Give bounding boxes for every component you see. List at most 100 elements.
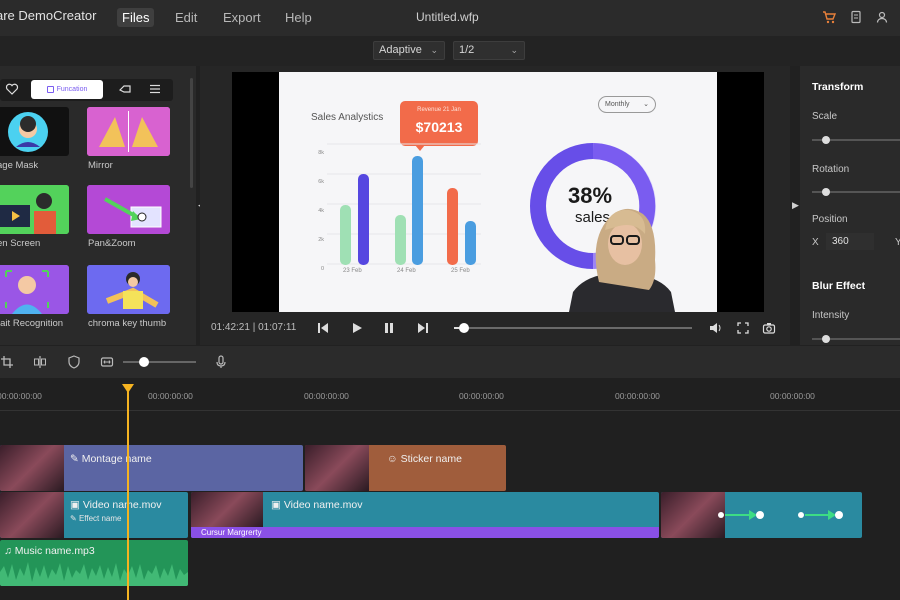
- transform-heading: Transform: [812, 81, 864, 93]
- progress-track[interactable]: [454, 327, 692, 329]
- y-tick: 2k: [318, 237, 324, 243]
- sticker-name: Sticker name: [400, 453, 462, 465]
- rotation-label: Rotation: [812, 164, 850, 175]
- music-clip[interactable]: ♫ Music name.mp3: [0, 540, 188, 586]
- time-current: 01:42:21: [211, 322, 250, 333]
- bar: [447, 188, 458, 265]
- quality-dropdown[interactable]: Adaptive ⌄: [373, 41, 445, 60]
- microphone-icon[interactable]: [214, 355, 228, 369]
- clip-thumbnail: [191, 492, 263, 527]
- x-label: 24 Feb: [397, 268, 416, 274]
- camera-icon[interactable]: [762, 321, 776, 335]
- menu-export[interactable]: Export: [218, 8, 266, 27]
- clip-thumbnail: [661, 492, 725, 538]
- ruler-label: 00:00:00:00: [770, 391, 815, 401]
- hand-icon[interactable]: [118, 82, 132, 96]
- montage-label: ✎ Montage name: [70, 453, 152, 465]
- progress-knob[interactable]: [458, 323, 469, 333]
- sticker-label: ☺ Sticker name: [387, 453, 462, 465]
- ruler-label: 00:00:00:00: [615, 391, 660, 401]
- bar: [395, 215, 406, 265]
- play-icon[interactable]: [350, 321, 364, 335]
- thumb-label: rait Recognition: [0, 318, 64, 329]
- shield-icon[interactable]: [67, 355, 81, 369]
- ruler-label: 00:00:00:00: [459, 391, 504, 401]
- zoom-slider[interactable]: [123, 361, 196, 363]
- music-label: ♫ Music name.mp3: [4, 545, 95, 557]
- chevron-down-icon: ⌄: [430, 45, 438, 55]
- video2-label: ▣ Video name.mov: [271, 499, 363, 511]
- menu-help[interactable]: Help: [280, 8, 317, 27]
- document-icon[interactable]: [849, 10, 863, 24]
- intensity-knob[interactable]: [822, 335, 830, 343]
- x-label: 23 Feb: [343, 268, 362, 274]
- video2-name: Video name.mov: [283, 499, 363, 511]
- tab-function[interactable]: Funcation: [31, 80, 103, 99]
- properties-panel: [800, 66, 900, 345]
- ruler-line: [0, 410, 900, 411]
- panel-scrollbar[interactable]: [190, 78, 193, 188]
- thumb-mirror[interactable]: [87, 107, 170, 156]
- clip-thumbnail: [305, 445, 369, 491]
- y-ticks: 8k 6k 4k 2k 0: [294, 139, 324, 284]
- rotation-knob[interactable]: [822, 188, 830, 196]
- music-name: Music name.mp3: [14, 545, 95, 557]
- thumb-image-mask[interactable]: [0, 107, 69, 156]
- scale-label: Scale: [812, 111, 838, 122]
- app-title: are DemoCreator: [0, 8, 97, 23]
- clip-thumbnail: [0, 492, 64, 538]
- ruler-label: 00:00:00:00: [0, 391, 42, 401]
- sticker-clip[interactable]: ☺ Sticker name: [305, 445, 506, 491]
- presenter-image: [569, 208, 675, 312]
- menu-edit[interactable]: Edit: [170, 8, 202, 27]
- video1-name: Video name.mov: [82, 499, 162, 511]
- thumb-pan-zoom[interactable]: [87, 185, 170, 234]
- time-readout: 01:42:21 | 01:07:11: [211, 322, 297, 333]
- heart-icon[interactable]: [5, 82, 19, 96]
- scale-knob[interactable]: [822, 136, 830, 144]
- fit-icon[interactable]: [100, 355, 114, 369]
- bar: [412, 156, 423, 265]
- ratio-value: 1/2: [459, 44, 475, 56]
- ratio-dropdown[interactable]: 1/2 ⌄: [453, 41, 525, 60]
- video-clip-2[interactable]: ▣ Video name.mov Cursur Margrerty: [191, 492, 659, 538]
- volume-icon[interactable]: [708, 321, 722, 335]
- video-clip-1[interactable]: ▣ Video name.mov ✎ Effect name: [0, 492, 188, 538]
- thumb-chroma-key[interactable]: [87, 265, 170, 314]
- thumb-green-screen[interactable]: [0, 185, 69, 234]
- montage-clip[interactable]: ✎ Montage name: [0, 445, 303, 491]
- zoom-knob[interactable]: [139, 357, 149, 367]
- menu-files[interactable]: Files: [117, 8, 155, 27]
- ruler-label: 00:00:00:00: [148, 391, 193, 401]
- bar: [358, 174, 369, 265]
- thumb-label: age Mask: [0, 160, 39, 171]
- y-label: Y: [895, 237, 900, 248]
- effect-label: ✎ Effect name: [70, 514, 122, 523]
- chevron-down-icon: ⌄: [510, 45, 518, 55]
- video-slide: Sales Analystics Revenue 21 Jan $70213 M…: [279, 72, 717, 312]
- crop-icon[interactable]: [0, 355, 14, 369]
- function-icon: [46, 85, 54, 93]
- playhead[interactable]: [127, 386, 129, 600]
- thumb-label: en Screen: [0, 238, 41, 249]
- skip-forward-icon[interactable]: [416, 321, 430, 335]
- bar: [340, 205, 351, 265]
- thumb-label: Mirror: [88, 160, 113, 171]
- skip-back-icon[interactable]: [316, 321, 330, 335]
- x-input[interactable]: 360: [826, 233, 874, 250]
- thumb-portrait-recognition[interactable]: [0, 265, 69, 314]
- video1-label: ▣ Video name.mov: [70, 499, 162, 511]
- split-icon[interactable]: [33, 355, 47, 369]
- menu-icon[interactable]: [148, 82, 162, 96]
- cart-icon[interactable]: [822, 10, 836, 24]
- tab-function-label: Funcation: [56, 86, 88, 93]
- audio-waveform: [0, 562, 188, 586]
- pause-icon[interactable]: [382, 321, 396, 335]
- y-tick: 0: [320, 266, 324, 272]
- transition-clip[interactable]: [661, 492, 862, 538]
- preview-toolbar: [0, 36, 900, 66]
- cursor-effect-bar[interactable]: Cursur Margrerty: [191, 527, 659, 538]
- fullscreen-icon[interactable]: [736, 321, 750, 335]
- user-icon[interactable]: [875, 10, 889, 24]
- collapse-right-icon[interactable]: ▶: [792, 200, 799, 211]
